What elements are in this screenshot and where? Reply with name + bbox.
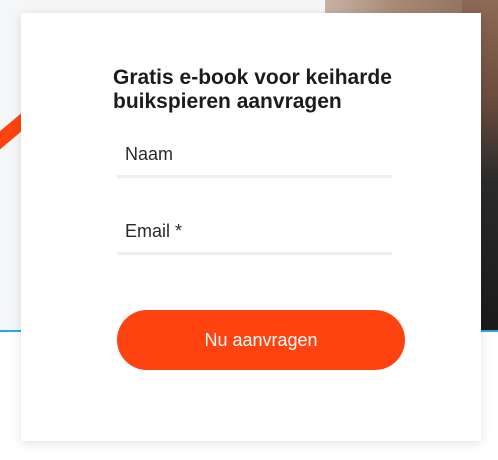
email-input[interactable] — [117, 210, 392, 252]
form-title: Gratis e-book voor keiharde buikspieren … — [113, 66, 392, 113]
signup-form-card: Gratis e-book voor keiharde buikspieren … — [21, 13, 481, 441]
name-field — [117, 133, 392, 178]
page: Gratis e-book voor keiharde buikspieren … — [0, 0, 498, 460]
submit-button[interactable]: Nu aanvragen — [117, 310, 405, 370]
email-field — [117, 210, 392, 255]
name-input[interactable] — [117, 133, 392, 175]
